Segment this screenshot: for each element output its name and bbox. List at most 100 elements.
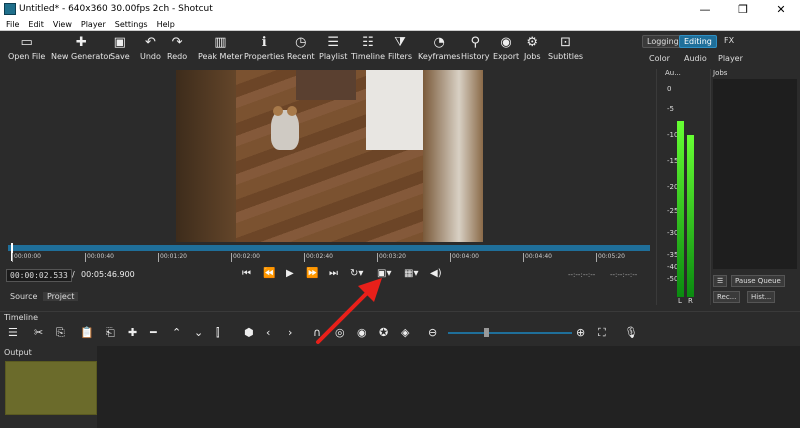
- jobs-title: Jobs: [713, 69, 728, 77]
- history-tab[interactable]: Hist...: [747, 291, 776, 303]
- marker-icon[interactable]: ⬢: [244, 326, 254, 339]
- save-button[interactable]: ▣ Save: [110, 33, 130, 62]
- tab-project[interactable]: Project: [43, 292, 79, 301]
- tab-source[interactable]: Source: [6, 292, 41, 301]
- gear-icon: ⚙: [526, 34, 539, 50]
- scrubber-tick: 00:00:00: [12, 253, 41, 262]
- menu-edit[interactable]: Edit: [28, 20, 44, 29]
- maximize-button[interactable]: ❐: [724, 3, 762, 16]
- cat-in-video: [271, 106, 299, 150]
- audio-layout-button[interactable]: Audio: [684, 54, 707, 63]
- ripple-markers-icon[interactable]: ◈: [401, 326, 409, 339]
- peak-meter-button[interactable]: ▥ Peak Meter: [198, 33, 243, 62]
- jobs-menu-button[interactable]: ☰: [713, 275, 728, 287]
- color-layout-button[interactable]: Color: [649, 54, 670, 63]
- play-icon[interactable]: ▶: [286, 268, 294, 279]
- scrubber-tick: 00:04:40: [523, 253, 552, 262]
- append-icon[interactable]: ⎗: [106, 326, 115, 340]
- undo-button[interactable]: ↶ Undo: [140, 33, 161, 62]
- copy-icon[interactable]: ⎘: [56, 326, 65, 340]
- record-audio-icon[interactable]: 🎙: [624, 326, 638, 339]
- export-button[interactable]: ◉ Export: [493, 33, 519, 62]
- timeline-menu-icon[interactable]: ☰: [8, 326, 18, 339]
- scrubber[interactable]: 00:00:00 00:00:40 00:01:20 00:02:00 00:0…: [8, 243, 650, 267]
- menu-help[interactable]: Help: [157, 20, 175, 29]
- split-icon[interactable]: ⫿: [216, 326, 220, 340]
- zoom-fit-timeline-icon[interactable]: ⛶: [598, 326, 606, 340]
- timeline-icon: ☷: [362, 34, 374, 50]
- history-icon: ⚲: [470, 34, 480, 50]
- open-file-button[interactable]: ▭ Open File: [8, 33, 45, 62]
- volume-icon[interactable]: ◀): [430, 268, 442, 279]
- title-bar: Untitled* - 640x360 30.00fps 2ch - Shotc…: [0, 0, 800, 18]
- previous-marker-icon[interactable]: ‹: [266, 326, 270, 339]
- jobs-list[interactable]: [713, 79, 797, 269]
- timeline-button[interactable]: ☷ Timeline: [351, 33, 385, 62]
- in-point-label: --:--:--:--: [568, 271, 596, 279]
- timeline-clip[interactable]: [5, 361, 97, 415]
- zoom-in-icon[interactable]: ⊕: [576, 326, 585, 339]
- scrubber-tick: 00:03:20: [377, 253, 406, 262]
- export-icon: ◉: [500, 34, 512, 50]
- timecode-separator: /: [72, 270, 75, 279]
- player-layout-button[interactable]: Player: [718, 54, 743, 63]
- zoom-out-icon[interactable]: ⊖: [428, 326, 437, 339]
- filter-icon: ⧩: [394, 34, 406, 50]
- scrubber-tick: 00:02:40: [304, 253, 333, 262]
- annotation-arrow-icon: [316, 278, 382, 344]
- history-button[interactable]: ⚲ History: [461, 33, 489, 62]
- overwrite-icon[interactable]: ⌄: [194, 326, 203, 339]
- audio-meter-title: Au...: [665, 69, 681, 77]
- playlist-button[interactable]: ☰ Playlist: [319, 33, 347, 62]
- timeline-track-area[interactable]: [97, 346, 800, 428]
- cut-icon[interactable]: ✂: [34, 326, 43, 339]
- jobs-button[interactable]: ⚙ Jobs: [524, 33, 541, 62]
- minimize-button[interactable]: —: [686, 3, 724, 16]
- meter-icon: ▥: [214, 34, 227, 50]
- redo-button[interactable]: ↷ Redo: [167, 33, 187, 62]
- zoom-slider-knob[interactable]: [484, 328, 489, 337]
- paste-icon[interactable]: 📋: [80, 326, 94, 339]
- skip-previous-icon[interactable]: ⏮: [242, 268, 251, 279]
- jobs-panel: Jobs ☰ Pause Queue Rec... Hist...: [710, 69, 800, 305]
- video-frame[interactable]: [176, 70, 483, 242]
- menu-player[interactable]: Player: [81, 20, 106, 29]
- info-icon: ℹ: [261, 34, 267, 50]
- editing-layout-button[interactable]: Editing: [679, 35, 717, 48]
- pause-queue-button[interactable]: Pause Queue: [731, 275, 785, 287]
- subtitles-button[interactable]: ⊡ Subtitles: [548, 33, 583, 62]
- recent-tab[interactable]: Rec...: [713, 291, 741, 303]
- ripple-add-icon[interactable]: ✚: [128, 326, 137, 339]
- timeline-zoom-slider[interactable]: [448, 328, 572, 337]
- subtitles-icon: ⊡: [560, 34, 571, 50]
- timeline-title: Timeline: [4, 313, 39, 322]
- properties-button[interactable]: ℹ Properties: [244, 33, 284, 62]
- position-timecode-input[interactable]: 00:00:02.533: [6, 269, 72, 282]
- left-channel-meter: [677, 121, 684, 297]
- save-icon: ▣: [113, 34, 126, 50]
- filters-button[interactable]: ⧩ Filters: [388, 33, 412, 62]
- scrubber-tick: 00:05:20: [596, 253, 625, 262]
- grid-icon[interactable]: ▦▾: [404, 268, 418, 279]
- menu-view[interactable]: View: [53, 20, 72, 29]
- clock-icon: ◷: [295, 34, 307, 50]
- next-marker-icon[interactable]: ›: [288, 326, 292, 339]
- redo-icon: ↷: [171, 34, 183, 50]
- close-button[interactable]: ✕: [762, 3, 800, 16]
- lift-icon[interactable]: ⌃: [172, 326, 181, 339]
- audio-peak-meter: Au... 0 -5 -10 -15 -20 -25 -30 -35 -40 -…: [656, 69, 708, 305]
- menu-file[interactable]: File: [6, 20, 19, 29]
- logging-layout-button[interactable]: Logging: [642, 35, 684, 48]
- keyframes-button[interactable]: ◔ Keyframes: [418, 33, 460, 62]
- duration-label: 00:05:46.900: [81, 270, 135, 279]
- menu-settings[interactable]: Settings: [115, 20, 148, 29]
- timeline-panel: Timeline ☰ ✂ ⎘ 📋 ⎗ ✚ ━ ⌃ ⌄ ⫿ ⬢ ‹ › ∩ ◎ ◉…: [0, 311, 800, 428]
- menu-bar: File Edit View Player Settings Help: [0, 18, 800, 31]
- recent-button[interactable]: ◷ Recent: [287, 33, 315, 62]
- new-generator-button[interactable]: ✚ New Generator: [51, 33, 112, 62]
- rewind-icon[interactable]: ⏪: [263, 268, 275, 279]
- fx-layout-button[interactable]: FX: [720, 35, 738, 46]
- scrubber-bar[interactable]: [8, 245, 650, 251]
- scrubber-tick: 00:01:20: [158, 253, 187, 262]
- remove-icon[interactable]: ━: [150, 326, 157, 339]
